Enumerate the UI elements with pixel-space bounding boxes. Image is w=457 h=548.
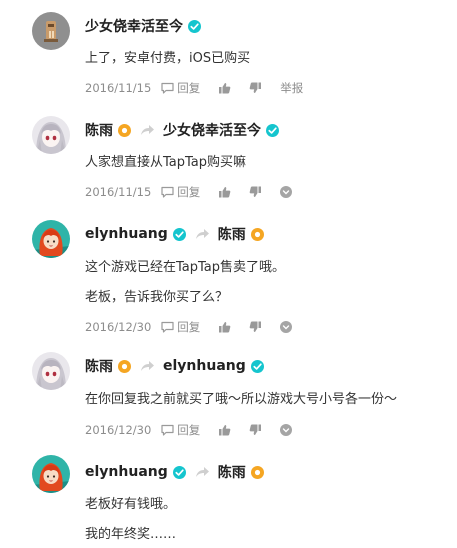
more-icon <box>283 325 290 330</box>
reply-arrow-icon <box>195 466 210 478</box>
dislike-button[interactable] <box>249 424 262 436</box>
like-button[interactable] <box>218 82 231 94</box>
dislike-button[interactable] <box>249 82 262 94</box>
comment-text: 人家想直接从TapTap购买嘛 <box>85 155 247 170</box>
comment-header: 陈雨 elynhuang <box>85 355 264 377</box>
comment-header: elynhuang 陈雨 <box>85 223 264 245</box>
more-icon <box>283 428 290 433</box>
thumbs-down-icon <box>249 424 262 435</box>
comment-meta: 2016/12/30 回复 <box>85 319 293 335</box>
reply-label: 回复 <box>177 320 201 334</box>
thumbs-down-icon <box>249 321 262 332</box>
comment-text: 老板好有钱哦。 <box>85 497 177 512</box>
reply-button[interactable]: 回复 <box>161 80 200 96</box>
comment-icon <box>161 321 174 333</box>
more-options-button[interactable] <box>280 424 293 436</box>
like-button[interactable] <box>218 424 231 436</box>
star-badge-icon <box>118 359 131 373</box>
thumbs-up-icon <box>219 187 231 198</box>
more-options-button[interactable] <box>280 321 293 333</box>
reply-to-username[interactable]: 陈雨 <box>218 224 246 244</box>
comment-header: 陈雨 少女侥幸活至今 <box>85 119 279 141</box>
reply-to-username[interactable]: elynhuang <box>163 358 246 374</box>
star-badge-icon <box>250 227 264 241</box>
comment-header: 少女侥幸活至今 <box>85 15 201 37</box>
comment-icon <box>161 82 174 94</box>
username[interactable]: elynhuang <box>85 464 168 480</box>
thumbs-up-icon <box>219 425 231 436</box>
avatar[interactable] <box>32 116 70 154</box>
reply-label: 回复 <box>177 81 201 95</box>
avatar[interactable] <box>32 455 70 493</box>
avatar[interactable] <box>32 220 70 258</box>
like-button[interactable] <box>218 321 231 333</box>
reply-button[interactable]: 回复 <box>161 422 200 438</box>
username[interactable]: 少女侥幸活至今 <box>85 16 183 36</box>
username[interactable]: 陈雨 <box>85 120 113 140</box>
more-icon <box>283 190 290 195</box>
verified-icon <box>172 465 186 479</box>
comment-date: 2016/12/30 <box>85 320 152 334</box>
comment-meta: 2016/12/30 回复 <box>85 422 293 438</box>
reply-arrow-icon <box>140 360 155 372</box>
more-options-button[interactable] <box>280 186 293 198</box>
thumbs-down-icon <box>249 82 262 93</box>
username[interactable]: elynhuang <box>85 226 168 242</box>
avatar[interactable] <box>32 352 70 390</box>
verified-icon <box>266 123 279 137</box>
username[interactable]: 陈雨 <box>85 356 113 376</box>
comment-icon <box>161 424 174 436</box>
thumbs-up-icon <box>219 322 231 333</box>
thumbs-down-icon <box>249 186 262 197</box>
comment-meta: 2016/11/15 回复 <box>85 184 293 200</box>
reply-to-username[interactable]: 陈雨 <box>218 462 246 482</box>
comment-text: 老板，告诉我你买了么？ <box>85 290 229 305</box>
like-button[interactable] <box>218 186 231 198</box>
reply-to-username[interactable]: 少女侥幸活至今 <box>163 120 261 140</box>
reply-label: 回复 <box>177 423 201 437</box>
dislike-button[interactable] <box>249 186 262 198</box>
dislike-button[interactable] <box>249 321 262 333</box>
reply-label: 回复 <box>177 185 201 199</box>
thumbs-up-icon <box>219 83 231 94</box>
comment-meta: 2016/11/15 回复 举报 <box>85 80 303 96</box>
report-button[interactable]: 举报 <box>280 80 303 96</box>
verified-icon <box>250 359 264 373</box>
comment-text: 我的年终奖…… <box>85 527 177 542</box>
star-badge-icon <box>118 123 131 137</box>
comment-date: 2016/12/30 <box>85 423 152 437</box>
verified-icon <box>172 227 186 241</box>
reply-arrow-icon <box>140 124 155 136</box>
verified-icon <box>188 19 201 33</box>
comment-date: 2016/11/15 <box>85 81 152 95</box>
reply-arrow-icon <box>195 228 210 240</box>
reply-button[interactable]: 回复 <box>161 184 200 200</box>
avatar[interactable] <box>32 12 70 50</box>
comment-date: 2016/11/15 <box>85 185 152 199</box>
comment-text: 上了，安卓付费，iOS已购买 <box>85 51 251 66</box>
comment-text: 这个游戏已经在TapTap售卖了哦。 <box>85 260 286 275</box>
star-badge-icon <box>250 465 264 479</box>
comment-header: elynhuang 陈雨 <box>85 461 264 483</box>
comment-text: 在你回复我之前就买了哦～所以游戏大号小号各一份～ <box>85 392 398 407</box>
reply-button[interactable]: 回复 <box>161 319 200 335</box>
comment-icon <box>161 186 174 198</box>
